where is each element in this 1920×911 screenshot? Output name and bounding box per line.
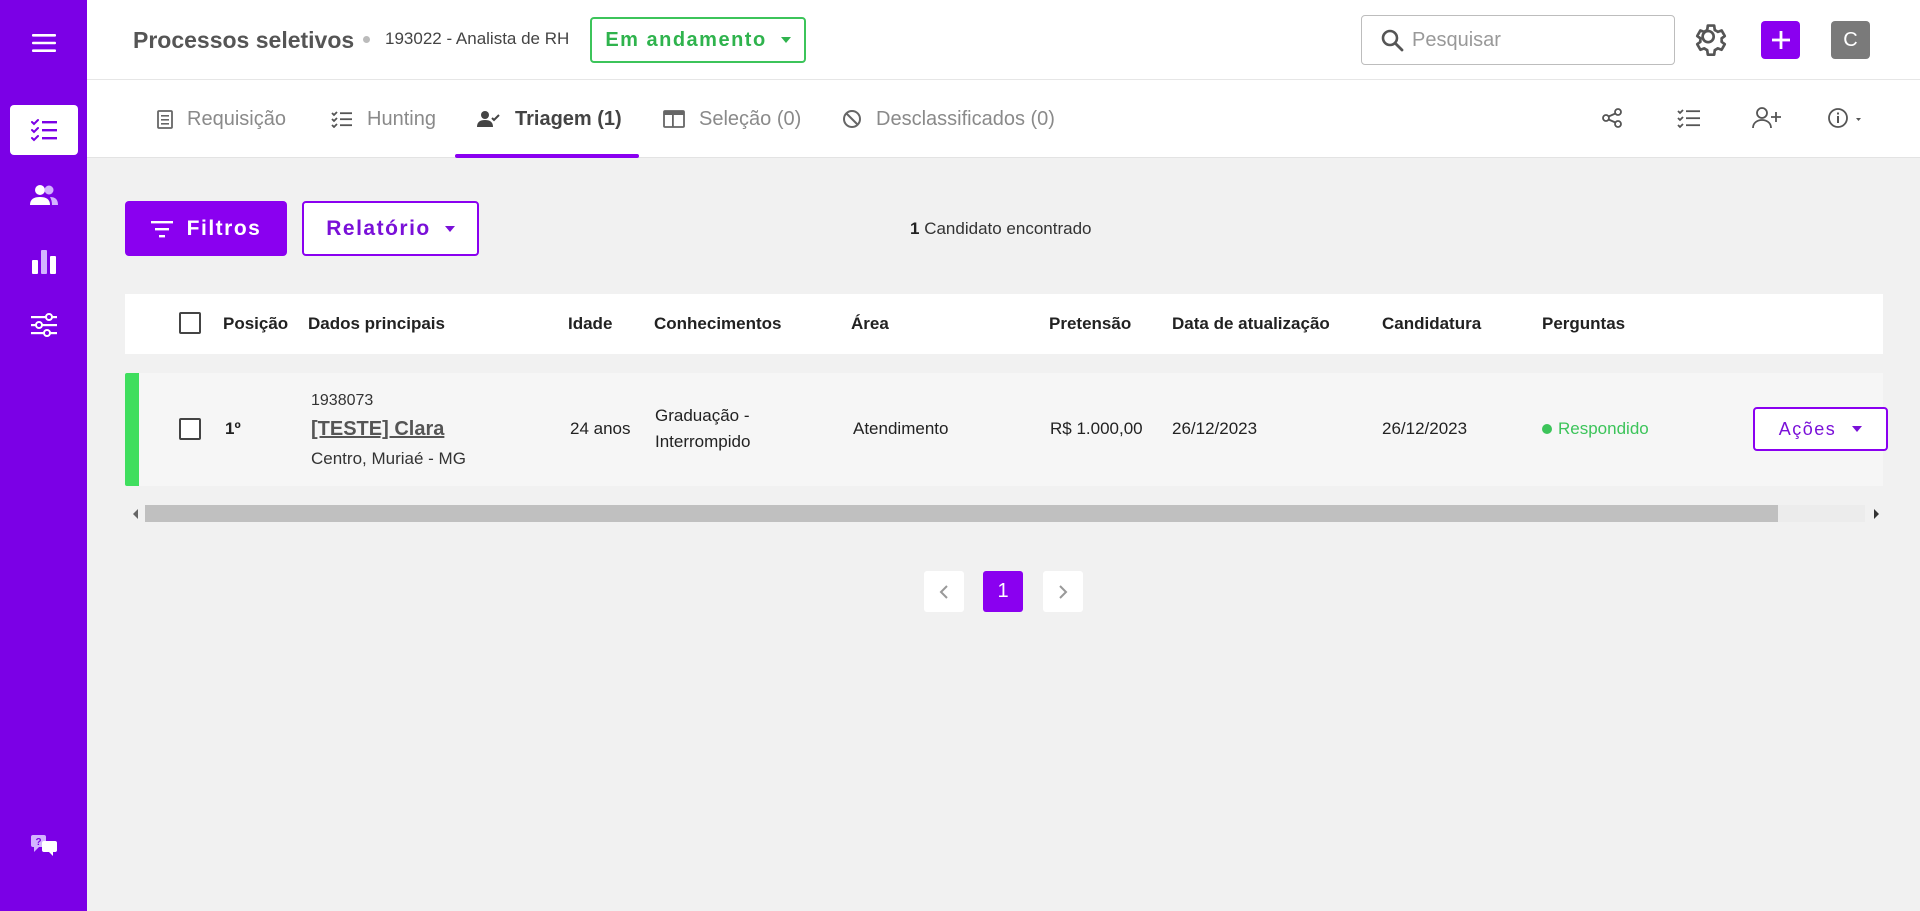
- candidate-location: Centro, Muriaé - MG: [311, 449, 466, 468]
- search-icon: [1381, 29, 1404, 52]
- col-header: Perguntas: [1542, 314, 1626, 333]
- horizontal-scrollbar[interactable]: [125, 502, 1883, 524]
- candidate-position: 1º: [225, 419, 241, 438]
- process-code: 193022 - Analista de RH: [385, 29, 570, 48]
- col-header: Dados principais: [308, 314, 445, 333]
- candidate-salary: R$ 1.000,00: [1050, 419, 1143, 438]
- candidate-area: Atendimento: [853, 419, 949, 438]
- candidate-name-link[interactable]: [TESTE] Clara: [311, 418, 444, 441]
- avatar[interactable]: C: [1831, 21, 1870, 59]
- row-checkbox[interactable]: [179, 418, 201, 440]
- svg-text:?: ?: [35, 837, 41, 848]
- report-label: Relatório: [326, 216, 431, 240]
- results-count-text: Candidato encontrado: [924, 219, 1092, 238]
- scroll-right-icon[interactable]: [1874, 509, 1879, 519]
- columns-icon: [663, 110, 685, 128]
- bar-chart-icon: [31, 250, 56, 274]
- page-title: Processos seletivos: [133, 27, 355, 53]
- info-dropdown[interactable]: [1826, 106, 1866, 135]
- sidebar: ?: [0, 0, 87, 911]
- table-row: 1º 1938073 [TESTE] Clara Centro, Muriaé …: [125, 373, 1888, 486]
- filter-icon: [150, 220, 173, 237]
- col-header: Data de atualização: [1172, 314, 1330, 333]
- tab-desclassificados[interactable]: Desclassificados (0): [842, 80, 1055, 158]
- checklist-icon[interactable]: [1676, 106, 1702, 135]
- questions-status-label: Respondido: [1558, 419, 1649, 438]
- add-button[interactable]: [1761, 21, 1800, 59]
- search-box[interactable]: [1361, 15, 1675, 65]
- candidate-age: 24 anos: [570, 419, 631, 438]
- chevron-down-icon: [1852, 426, 1863, 432]
- filters-button[interactable]: Filtros: [125, 201, 287, 256]
- candidate-knowledge: Interrompido: [655, 432, 751, 451]
- chat-help-icon: ?: [30, 835, 57, 856]
- select-all-checkbox[interactable]: [179, 312, 201, 334]
- share-icon[interactable]: [1600, 106, 1624, 135]
- checklist-icon: [331, 111, 352, 128]
- col-header: Posição: [223, 314, 289, 333]
- actions-label: Ações: [1778, 418, 1837, 439]
- search-input[interactable]: [1412, 28, 1652, 52]
- top-header: Processos seletivos 193022 - Analista de…: [87, 0, 1920, 80]
- tab-bar: Requisição Hunting Triagem (1) Seleção (…: [87, 80, 1920, 158]
- sidebar-item-settings[interactable]: [0, 300, 87, 350]
- table-header: Posição Dados principais Idade Conhecime…: [125, 294, 1883, 354]
- tab-label: Desclassificados (0): [876, 107, 1055, 130]
- sidebar-item-reports[interactable]: [0, 236, 87, 286]
- people-icon: [29, 185, 58, 205]
- chevron-down-icon: [780, 37, 791, 43]
- tab-label: Hunting: [367, 107, 436, 130]
- scroll-left-icon[interactable]: [133, 509, 138, 519]
- sidebar-item-help[interactable]: ?: [0, 820, 87, 870]
- tab-label: Requisição: [187, 107, 286, 130]
- actions-dropdown[interactable]: Ações: [1753, 407, 1888, 451]
- tab-triagem[interactable]: Triagem (1): [477, 80, 622, 158]
- prev-page-button[interactable]: [924, 571, 964, 612]
- candidate-knowledge: Graduação -: [655, 406, 750, 425]
- col-header: Área: [851, 314, 889, 333]
- active-tab-indicator: [455, 154, 639, 158]
- report-dropdown[interactable]: Relatório: [302, 201, 479, 256]
- plus-icon: [1771, 31, 1790, 49]
- separator-dot: [363, 36, 370, 43]
- col-header: Conhecimentos: [654, 314, 782, 333]
- candidate-id: 1938073: [311, 392, 374, 409]
- results-count-number: 1: [910, 219, 920, 238]
- chevron-right-icon: [1059, 584, 1068, 599]
- sidebar-item-people[interactable]: [0, 170, 87, 220]
- status-indicator: [125, 373, 139, 486]
- candidate-updated: 26/12/2023: [1172, 419, 1258, 438]
- status-dot: [1542, 424, 1552, 434]
- gear-icon[interactable]: [1692, 19, 1730, 64]
- status-label: Em andamento: [605, 28, 767, 51]
- chevron-down-icon: [444, 225, 455, 232]
- tab-label: Seleção (0): [699, 107, 802, 130]
- clipboard-icon: [157, 110, 173, 129]
- status-dropdown[interactable]: Em andamento: [590, 17, 806, 63]
- info-icon: [1828, 108, 1861, 128]
- col-header: Idade: [568, 314, 613, 333]
- filters-label: Filtros: [186, 216, 262, 240]
- scrollbar-thumb[interactable]: [145, 505, 1778, 522]
- col-header: Pretensão: [1049, 314, 1132, 333]
- col-header: Candidatura: [1382, 314, 1482, 333]
- add-user-icon[interactable]: [1752, 106, 1782, 135]
- menu-icon[interactable]: [0, 18, 87, 68]
- questions-status: Respondido: [1542, 419, 1649, 439]
- checklist-icon: [31, 119, 57, 142]
- candidate-applied: 26/12/2023: [1382, 419, 1468, 438]
- sliders-icon: [30, 313, 57, 337]
- chevron-left-icon: [939, 584, 948, 599]
- next-page-button[interactable]: [1043, 571, 1083, 612]
- tab-selecao[interactable]: Seleção (0): [663, 80, 801, 158]
- block-icon: [843, 110, 861, 128]
- tab-requisicao[interactable]: Requisição: [157, 80, 286, 158]
- results-count: 1 Candidato encontrado: [910, 219, 1092, 239]
- tab-label: Triagem (1): [515, 107, 622, 130]
- tab-hunting[interactable]: Hunting: [331, 80, 436, 158]
- page-button-current[interactable]: 1: [983, 571, 1023, 612]
- user-check-icon: [477, 111, 500, 127]
- sidebar-item-processes[interactable]: [10, 105, 78, 155]
